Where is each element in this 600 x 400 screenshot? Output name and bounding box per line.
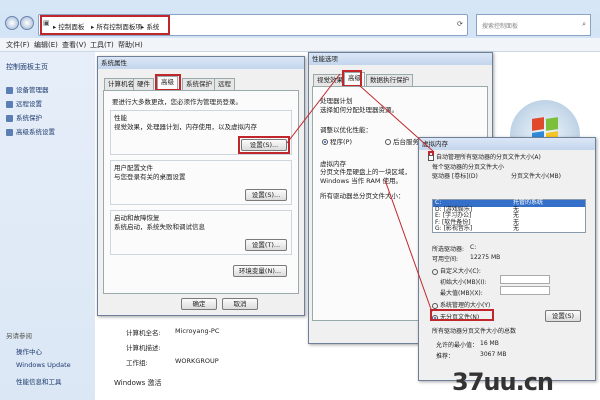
watermark: 37uu.cn: [452, 368, 554, 396]
annotation-arrows: [286, 73, 435, 313]
